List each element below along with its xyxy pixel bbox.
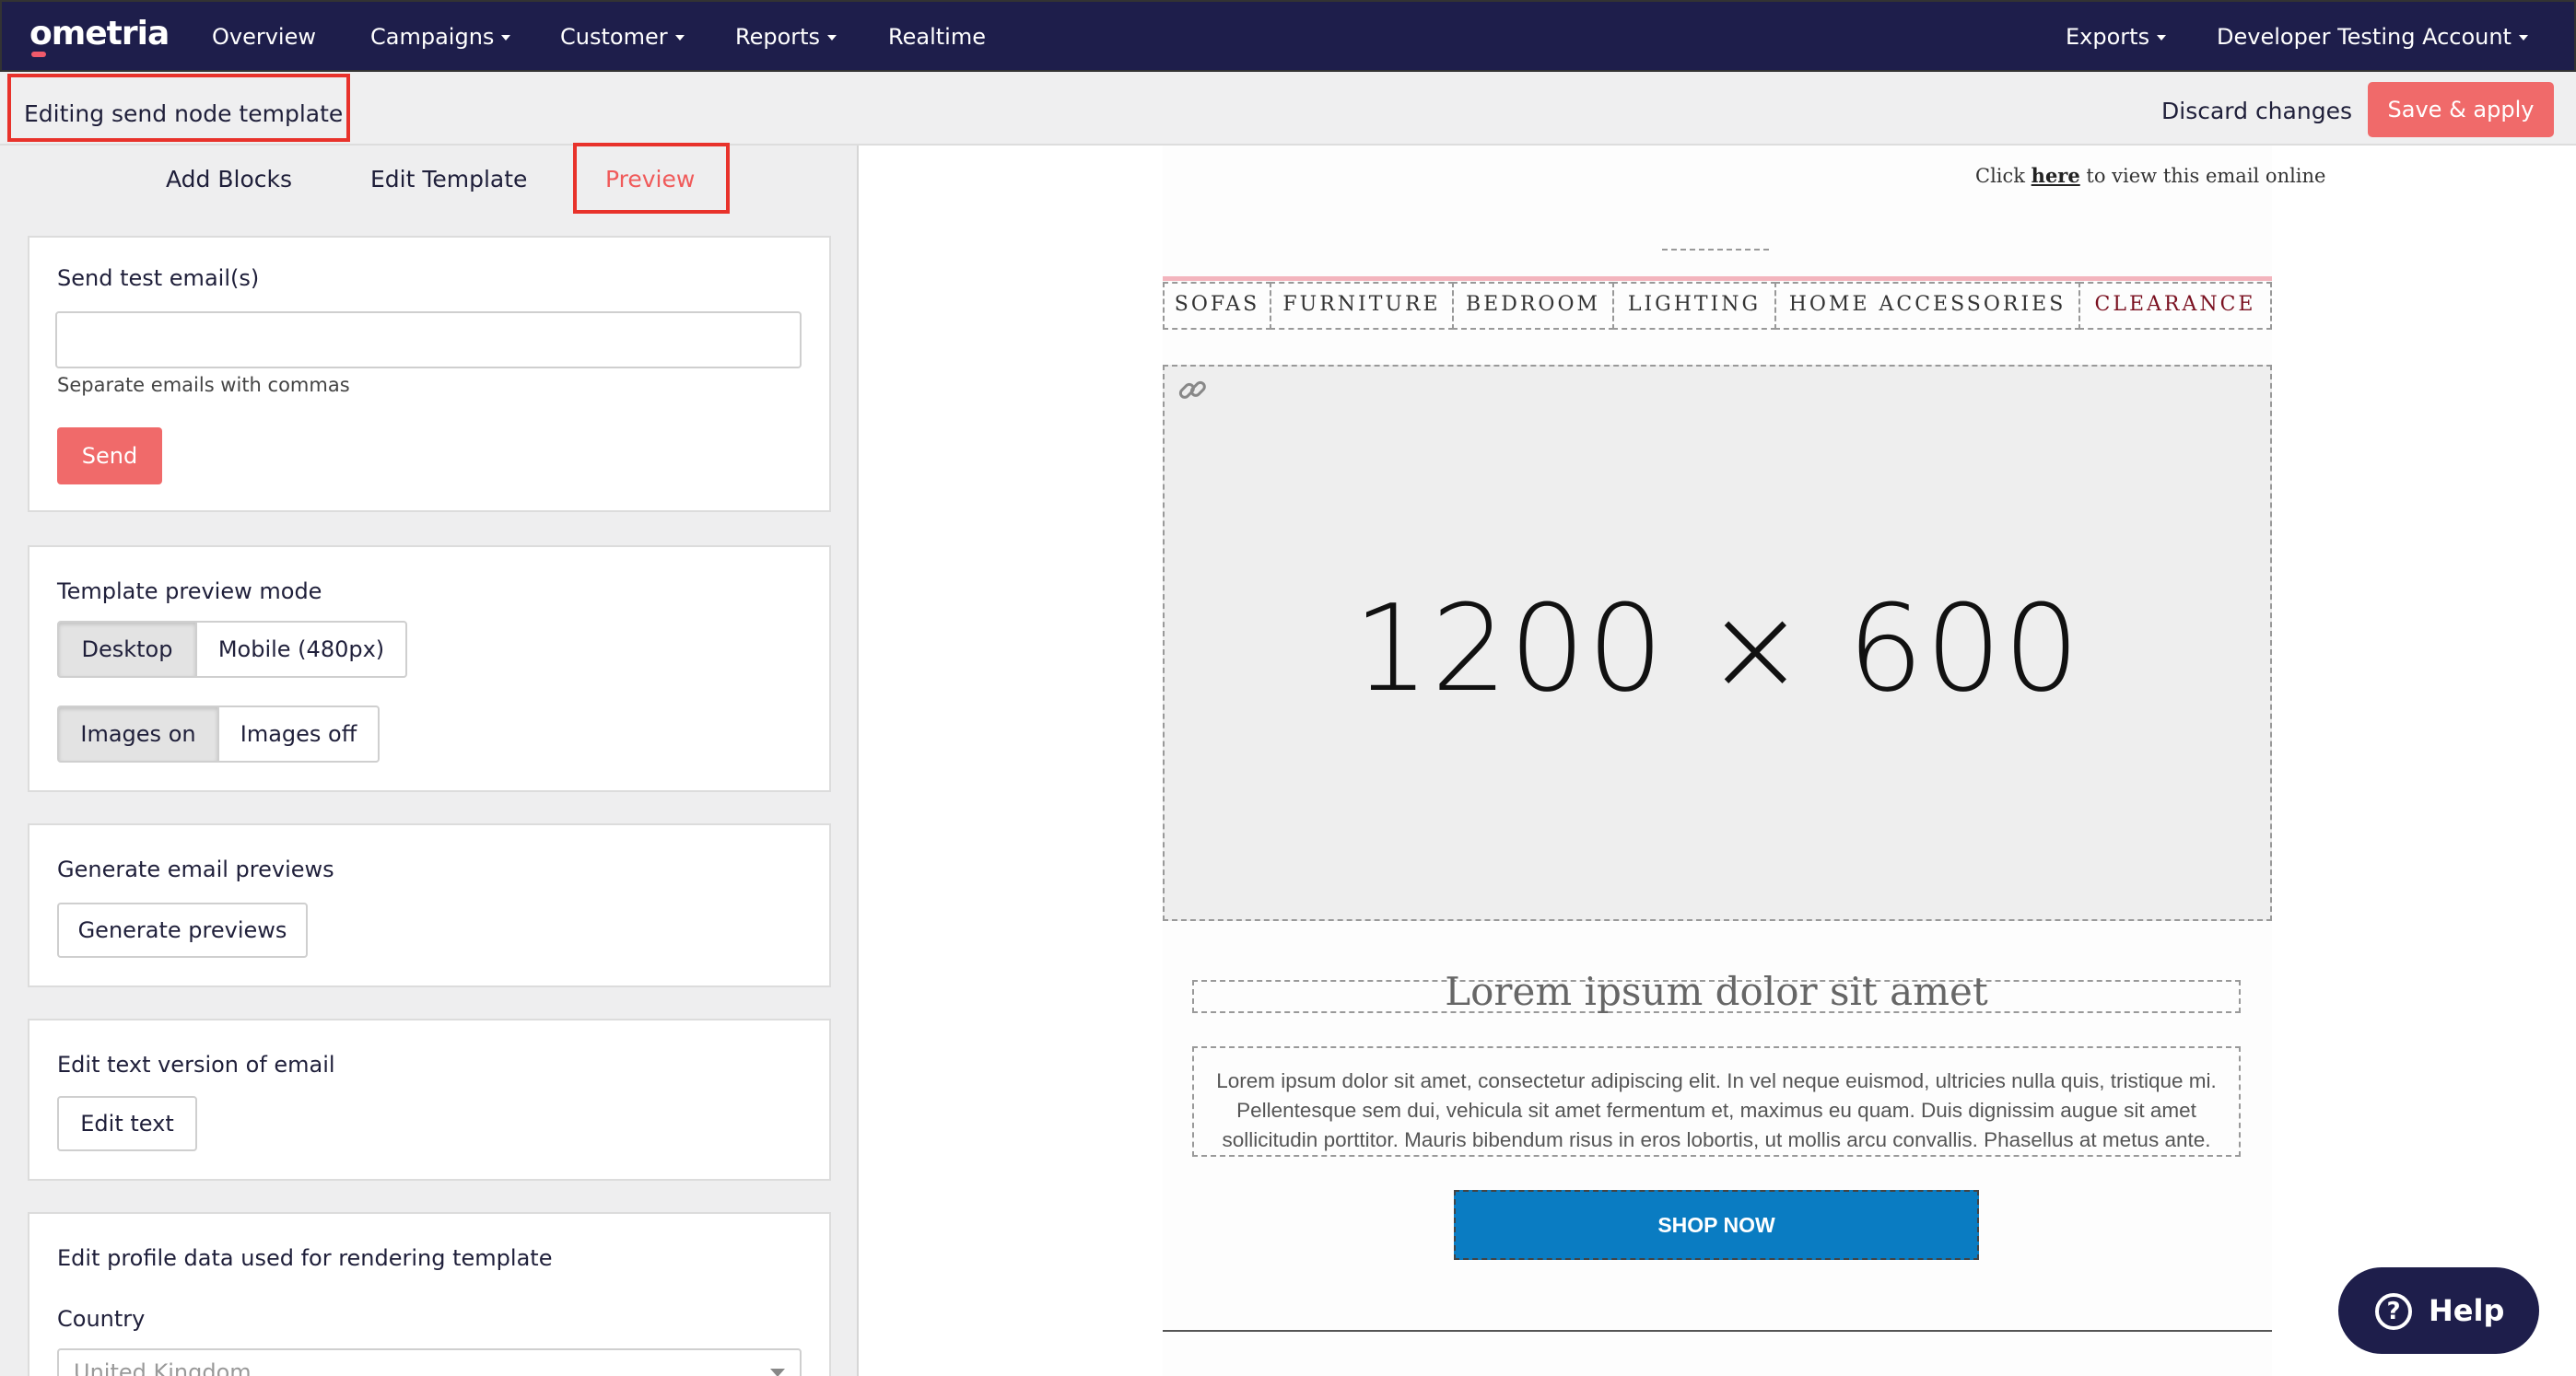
email-menu-item[interactable]: BEDROOM — [1452, 282, 1614, 330]
footer-divider — [1163, 1330, 2272, 1332]
nav-realtime[interactable]: Realtime — [888, 24, 986, 50]
country-select[interactable]: United Kingdom — [57, 1348, 802, 1376]
email-menu-item[interactable]: FURNITURE — [1270, 282, 1454, 330]
view-online-suffix: to view this email online — [2079, 165, 2326, 187]
chevron-down-icon — [674, 35, 685, 41]
country-select-value: United Kingdom — [74, 1359, 252, 1376]
send-test-help: Separate emails with commas — [57, 374, 350, 396]
tab-edit-template[interactable]: Edit Template — [370, 166, 527, 192]
tab-add-blocks[interactable]: Add Blocks — [166, 166, 292, 192]
profile-data-title: Edit profile data used for rendering tem… — [57, 1245, 553, 1271]
link-icon[interactable] — [1174, 372, 1211, 409]
nav-exports[interactable]: Exports — [2066, 24, 2167, 50]
save-apply-button[interactable]: Save & apply — [2368, 82, 2554, 137]
nav-reports[interactable]: Reports — [735, 24, 837, 50]
chevron-down-icon — [770, 1369, 785, 1376]
nav-campaigns[interactable]: Campaigns — [370, 24, 511, 50]
tab-preview[interactable]: Preview — [605, 166, 695, 192]
generate-previews-title: Generate email previews — [57, 857, 334, 882]
logo-text: ometria — [29, 15, 170, 52]
email-menu-item[interactable]: LIGHTING — [1612, 282, 1776, 330]
email-body-text[interactable]: Lorem ipsum dolor sit amet, consectetur … — [1192, 1046, 2241, 1157]
view-online-prefix: Click — [1975, 165, 2032, 187]
email-menu-item[interactable]: HOME ACCESSORIES — [1774, 282, 2080, 330]
discard-changes-button[interactable]: Discard changes — [2161, 98, 2352, 124]
nav-customer[interactable]: Customer — [560, 24, 685, 50]
nav-overview[interactable]: Overview — [212, 24, 316, 50]
shop-now-button[interactable]: SHOP NOW — [1454, 1190, 1979, 1260]
edit-text-button[interactable]: Edit text — [57, 1096, 197, 1151]
hero-image-placeholder[interactable]: 1200 × 600 — [1163, 365, 2272, 921]
chevron-down-icon — [827, 35, 837, 41]
chevron-down-icon — [2518, 35, 2528, 41]
question-icon: ? — [2375, 1293, 2412, 1330]
page-title: Editing send node template — [7, 74, 350, 142]
desktop-mode-button[interactable]: Desktop — [57, 621, 197, 678]
header-divider — [1163, 276, 2272, 281]
ometria-logo[interactable]: ometria — [29, 15, 170, 57]
help-button[interactable]: ? Help — [2338, 1267, 2539, 1354]
nav-account-label: Developer Testing Account — [2217, 24, 2512, 50]
nav-exports-label: Exports — [2066, 24, 2150, 50]
generate-previews-button[interactable]: Generate previews — [57, 903, 308, 958]
nav-account[interactable]: Developer Testing Account — [2217, 24, 2528, 50]
preview-mode-title: Template preview mode — [57, 578, 322, 604]
nav-campaigns-label: Campaigns — [370, 24, 495, 50]
view-online-link[interactable]: here — [2032, 164, 2080, 187]
test-email-input[interactable] — [55, 311, 802, 368]
email-logo-placeholder[interactable] — [1662, 241, 1769, 251]
chevron-down-icon — [2157, 35, 2167, 41]
email-menu-item[interactable]: SOFAS — [1163, 282, 1271, 330]
edit-text-title: Edit text version of email — [57, 1052, 335, 1078]
send-button[interactable]: Send — [57, 427, 162, 484]
images-off-button[interactable]: Images off — [217, 705, 380, 763]
logo-dot-icon — [31, 52, 46, 57]
nav-reports-label: Reports — [735, 24, 821, 50]
email-menu-item[interactable]: CLEARANCE — [2078, 282, 2272, 330]
view-online-text: Click here to view this email online — [1975, 164, 2325, 187]
help-label: Help — [2429, 1293, 2505, 1328]
nav-customer-label: Customer — [560, 24, 668, 50]
hero-dimensions-text: 1200 × 600 — [1352, 578, 2082, 718]
email-headline: Lorem ipsum dolor sit amet — [1445, 969, 1988, 1014]
top-nav: ometria Overview Campaigns Customer Repo… — [0, 0, 2576, 72]
mobile-mode-button[interactable]: Mobile (480px) — [195, 621, 407, 678]
images-on-button[interactable]: Images on — [57, 705, 219, 763]
country-label: Country — [57, 1306, 146, 1332]
chevron-down-icon — [501, 35, 511, 41]
send-test-title: Send test email(s) — [57, 265, 260, 291]
